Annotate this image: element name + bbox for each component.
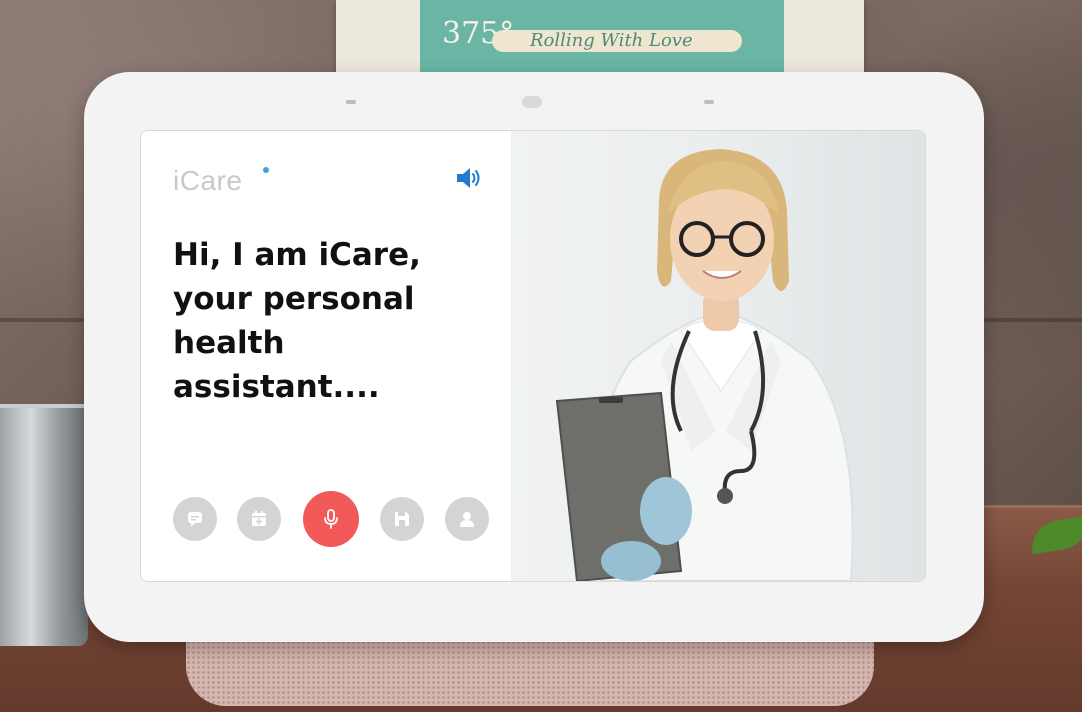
- picture-frame: 375° Rolling With Love: [336, 0, 864, 78]
- logo-dot: [263, 167, 269, 173]
- frame-artwork: 375° Rolling With Love: [420, 0, 784, 78]
- display-screen: iCare Hi, I am iCare, your personal heal…: [140, 130, 926, 582]
- smart-display: iCare Hi, I am iCare, your personal heal…: [84, 72, 984, 642]
- doctor-illustration: [555, 149, 854, 581]
- left-sensor: [346, 100, 356, 104]
- right-sensor: [704, 100, 714, 104]
- save-icon: [395, 512, 409, 526]
- save-button[interactable]: [380, 497, 424, 541]
- chat-icon: [188, 512, 202, 527]
- camera: [522, 96, 542, 108]
- doctor-photo: [511, 131, 925, 581]
- assistant-panel: iCare Hi, I am iCare, your personal heal…: [141, 131, 511, 581]
- app-logo: iCare: [173, 165, 243, 196]
- frame-script-text: Rolling With Love: [530, 30, 693, 51]
- microphone-button[interactable]: [303, 491, 359, 547]
- microphone-icon: [324, 509, 338, 529]
- greeting-text: Hi, I am iCare, your personal health ass…: [173, 237, 421, 405]
- profile-button[interactable]: [445, 497, 489, 541]
- calendar-add-icon: [252, 511, 266, 526]
- chat-button[interactable]: [173, 497, 217, 541]
- user-icon: [460, 512, 474, 527]
- metal-mug: [0, 408, 88, 646]
- add-appointment-button[interactable]: [237, 497, 281, 541]
- speaker-icon[interactable]: [455, 167, 483, 189]
